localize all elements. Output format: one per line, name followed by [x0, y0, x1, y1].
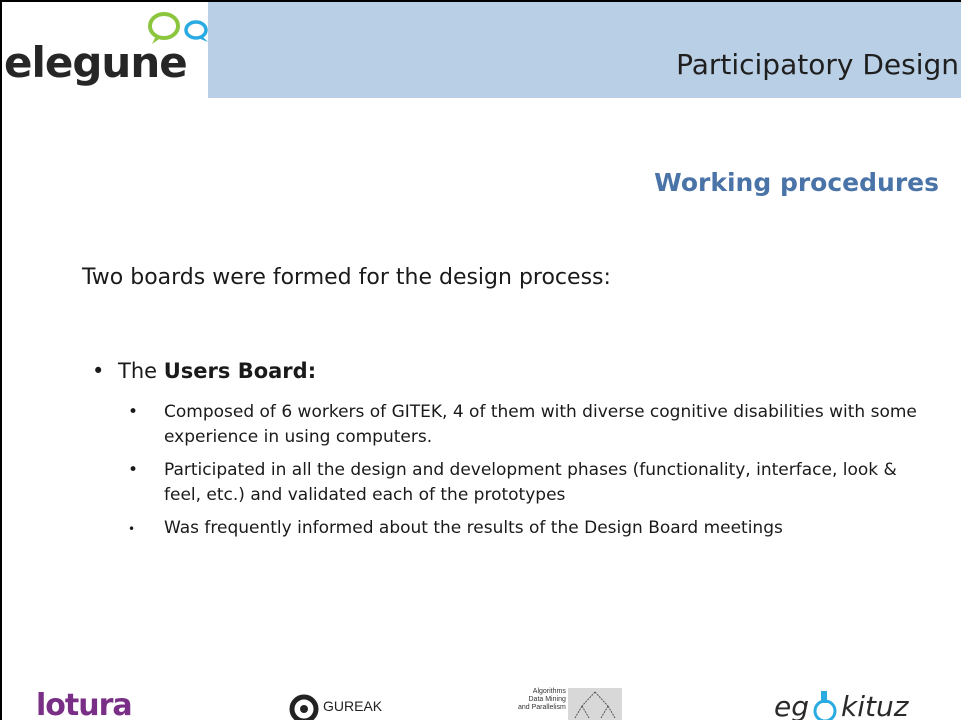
elegune-logo: elegune: [2, 2, 208, 98]
subitem-text: Participated in all the design and devel…: [164, 460, 897, 505]
bullet-prefix: The: [118, 359, 164, 383]
footer-logos: lotura GUREAK Algorithms Data Mining and…: [2, 682, 961, 720]
aldapa-line: Algorithms: [532, 688, 566, 695]
subitem: • Composed of 6 workers of GITEK, 4 of th…: [128, 400, 928, 450]
egokituz-text-left: eg: [774, 690, 809, 720]
subitem-dot: •: [128, 522, 136, 536]
slide: elegune Participatory Design Working pro…: [0, 0, 961, 720]
gureak-logo: GUREAK: [289, 694, 382, 720]
aldapa-text: Algorithms Data Mining and Parallelism: [518, 688, 566, 720]
egokituz-logo: eg kituz: [774, 690, 908, 720]
aldapa-line: Data Mining: [528, 696, 566, 703]
lotura-logo: lotura: [36, 688, 133, 720]
title-band: Participatory Design: [208, 2, 961, 98]
subitem-list: • Composed of 6 workers of GITEK, 4 of th…: [128, 400, 928, 549]
header: elegune Participatory Design: [2, 2, 961, 98]
aldapa-graph-icon: [567, 688, 622, 720]
subitem-dot: •: [128, 402, 139, 422]
elegune-logo-text: elegune: [4, 38, 188, 87]
bullet-dot: •: [92, 359, 105, 383]
bullet-users-board: • The Users Board:: [92, 359, 316, 383]
gureak-mark-icon: [289, 694, 319, 720]
egokituz-text-right: kituz: [841, 690, 909, 720]
wheelchair-icon: [813, 690, 837, 720]
gureak-text: GUREAK: [323, 698, 383, 714]
intro-text: Two boards were formed for the design pr…: [82, 265, 611, 290]
subitem: • Participated in all the design and deve…: [128, 458, 928, 508]
subitem-text: Was frequently informed about the result…: [164, 518, 783, 538]
subitem-text: Composed of 6 workers of GITEK, 4 of the…: [164, 402, 917, 447]
bullet-bold: Users Board:: [163, 359, 317, 383]
aldapa-line: and Parallelism: [518, 704, 566, 711]
subitem-dot: •: [128, 460, 139, 480]
section-subtitle: Working procedures: [654, 168, 939, 197]
slide-title: Participatory Design: [676, 48, 959, 81]
subitem: • Was frequently informed about the resul…: [128, 516, 928, 541]
aldapa-logo: Algorithms Data Mining and Parallelism: [518, 688, 622, 720]
